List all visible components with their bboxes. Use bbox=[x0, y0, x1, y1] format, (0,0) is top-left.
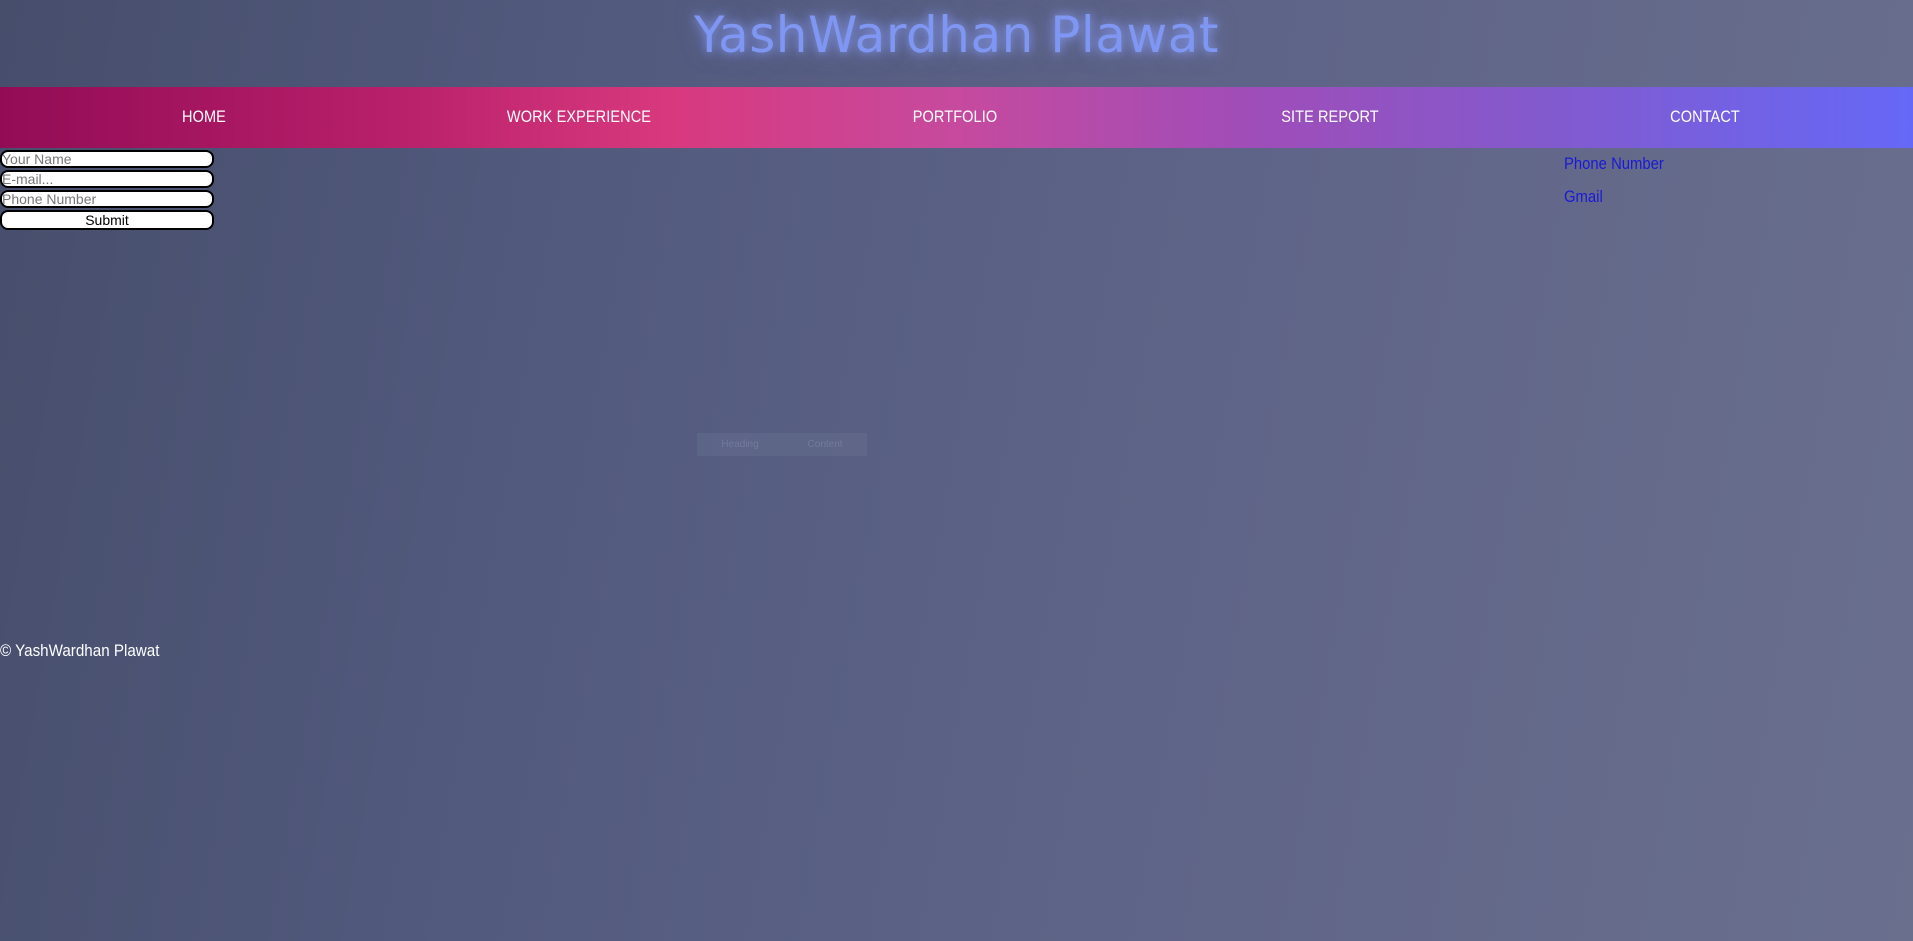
nav-item-home[interactable]: HOME bbox=[182, 87, 226, 148]
contact-links: Phone Number Gmail bbox=[1564, 148, 1675, 214]
site-title: YashWardhan Plawat bbox=[693, 6, 1220, 64]
faded-button-heading[interactable]: Heading bbox=[721, 439, 758, 450]
email-input[interactable] bbox=[0, 170, 214, 188]
nav-item-site-report[interactable]: SITE REPORT bbox=[1281, 87, 1379, 148]
phone-number-link[interactable]: Phone Number bbox=[1564, 148, 1664, 181]
phone-input[interactable] bbox=[0, 190, 214, 208]
nav-item-work-experience[interactable]: WORK EXPERIENCE bbox=[507, 87, 651, 148]
contact-form: Submit bbox=[0, 150, 215, 230]
main-navbar: HOME WORK EXPERIENCE PORTFOLIO SITE REPO… bbox=[0, 87, 1913, 148]
name-input[interactable] bbox=[0, 150, 214, 168]
faded-button-group: Heading Content bbox=[697, 433, 867, 456]
faded-button-content[interactable]: Content bbox=[808, 439, 843, 450]
footer-copyright: © YashWardhan Plawat bbox=[0, 642, 160, 660]
nav-item-contact[interactable]: CONTACT bbox=[1670, 87, 1740, 148]
submit-button[interactable]: Submit bbox=[0, 210, 214, 230]
nav-item-portfolio[interactable]: PORTFOLIO bbox=[913, 87, 997, 148]
gmail-link[interactable]: Gmail bbox=[1564, 181, 1664, 214]
